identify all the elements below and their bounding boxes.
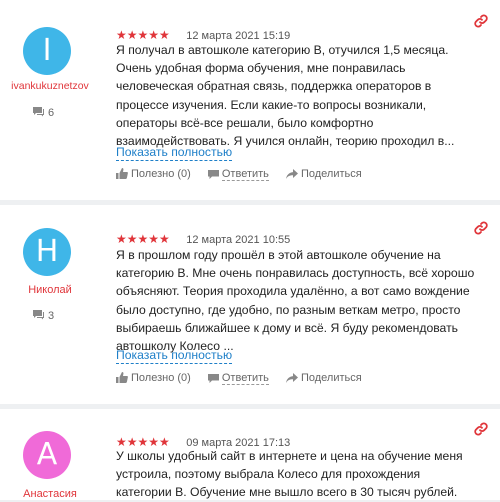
review-card: H Николай 3 ★★★★★ 12 марта 2021 10:55 Я … [0, 205, 500, 404]
share-button[interactable]: Поделиться [285, 372, 362, 384]
review-content: ★★★★★ 09 марта 2021 17:13 У школы удобны… [116, 409, 486, 500]
review-text: У школы удобный сайт в интернете и цена … [116, 449, 463, 500]
thumbs-up-icon [116, 372, 128, 383]
review-card: A Анастасия ★★★★★ 09 марта 2021 17:13 У … [0, 409, 500, 500]
comment-icon [32, 106, 45, 120]
comments-count-value: 6 [48, 106, 55, 119]
useful-label: Полезно (0) [131, 168, 191, 180]
author-name[interactable]: Анастасия [0, 488, 100, 500]
review-date: 12 марта 2021 10:55 [186, 234, 291, 246]
share-label: Поделиться [300, 372, 362, 384]
author-name[interactable]: ivankukuznetzov [0, 80, 100, 92]
avatar[interactable]: A [23, 431, 71, 479]
comments-count-value: 3 [48, 309, 55, 322]
review-meta: ★★★★★ 12 марта 2021 10:55 [116, 230, 291, 246]
rating-stars: ★★★★★ [116, 232, 170, 246]
permalink-icon[interactable] [474, 221, 488, 240]
review-actions: Полезно (0) Ответить Поделиться [116, 372, 376, 385]
review-actions: Полезно (0) Ответить Поделиться [116, 168, 376, 181]
share-icon [285, 169, 298, 179]
reply-icon [207, 170, 219, 179]
share-label: Поделиться [300, 168, 362, 180]
reply-label: Ответить [221, 168, 269, 181]
reply-label: Ответить [221, 372, 269, 385]
review-meta: ★★★★★ 12 марта 2021 15:19 [116, 26, 290, 42]
review-text: Я в прошлом году прошёл в этой автошколе… [116, 248, 475, 354]
useful-button[interactable]: Полезно (0) [116, 372, 191, 384]
review-meta: ★★★★★ 09 марта 2021 17:13 [116, 433, 290, 449]
review-text: Я получал в автошколе категорию В, отучи… [116, 43, 455, 149]
permalink-icon[interactable] [474, 422, 488, 441]
reply-icon [207, 374, 219, 383]
thumbs-up-icon [116, 168, 128, 179]
permalink-icon[interactable] [474, 14, 488, 33]
useful-label: Полезно (0) [131, 372, 191, 384]
rating-stars: ★★★★★ [116, 28, 170, 42]
useful-button[interactable]: Полезно (0) [116, 168, 191, 180]
author-name[interactable]: Николай [0, 284, 100, 296]
avatar[interactable]: I [23, 27, 71, 75]
comment-icon [32, 309, 45, 323]
show-more-link[interactable]: Показать полностью [116, 145, 233, 161]
avatar[interactable]: H [23, 228, 71, 276]
review-content: ★★★★★ 12 марта 2021 15:19 Я получал в ав… [116, 0, 486, 200]
share-icon [285, 373, 298, 383]
comments-count[interactable]: 3 [32, 309, 54, 323]
share-button[interactable]: Поделиться [285, 168, 362, 180]
show-more-link[interactable]: Показать полностью [116, 348, 233, 364]
comments-count[interactable]: 6 [32, 106, 54, 120]
review-content: ★★★★★ 12 марта 2021 10:55 Я в прошлом го… [116, 205, 486, 404]
review-card: I ivankukuznetzov 6 ★★★★★ 12 марта 2021 … [0, 0, 500, 200]
reply-button[interactable]: Ответить [207, 372, 269, 385]
reply-button[interactable]: Ответить [207, 168, 269, 181]
